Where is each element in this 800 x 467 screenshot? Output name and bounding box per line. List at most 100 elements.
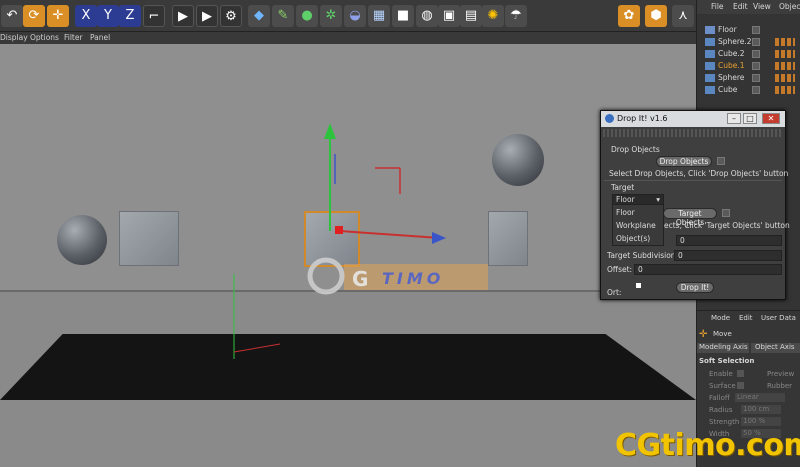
target-objects-checkbox[interactable] xyxy=(722,209,730,217)
menu-panel[interactable]: Panel xyxy=(90,33,110,42)
cube-icon[interactable]: ◆ xyxy=(248,5,270,27)
layout-icon[interactable]: ✿ xyxy=(618,5,640,27)
tags[interactable] xyxy=(775,74,795,82)
falloff-select[interactable]: Linear xyxy=(735,393,785,402)
tab-modeling-axis[interactable]: Modeling Axis xyxy=(697,343,749,353)
rubber-label: Rubber xyxy=(767,382,793,390)
y-axis-button[interactable]: Y xyxy=(97,5,119,27)
tag-icon[interactable]: ▣ xyxy=(438,5,460,27)
object-manager-menu: File Edit View Objec xyxy=(697,0,800,14)
pen-icon[interactable]: ✎ xyxy=(272,5,294,27)
sun-icon[interactable]: ✺ xyxy=(482,5,504,27)
visibility-toggle[interactable] xyxy=(752,62,760,70)
radius-field[interactable]: 100 cm xyxy=(741,405,781,414)
cube-icon xyxy=(705,86,715,94)
deformer-icon[interactable]: ◒ xyxy=(344,5,366,27)
option-floor[interactable]: Floor xyxy=(616,208,635,217)
object-row-sphere[interactable]: Sphere xyxy=(697,72,800,84)
coordinate-system-icon[interactable]: ⌐ xyxy=(143,5,165,27)
om-menu-edit[interactable]: Edit xyxy=(733,2,748,11)
3d-viewport[interactable]: G TIMO xyxy=(0,44,696,467)
object-row-cube[interactable]: Cube xyxy=(697,84,800,96)
material-icon[interactable]: ▤ xyxy=(460,5,482,27)
target-objects-button[interactable]: Target Objects xyxy=(663,208,717,227)
object-row-floor[interactable]: Floor xyxy=(697,24,800,36)
separator xyxy=(604,180,782,181)
menu-display[interactable]: Display xyxy=(0,33,28,42)
option-objects[interactable]: Object(s) xyxy=(616,234,650,243)
ort-checkbox[interactable] xyxy=(636,283,641,288)
subdivide-icon[interactable]: ● xyxy=(296,5,318,27)
dialog-grip xyxy=(603,129,783,137)
target-heading: Target xyxy=(611,183,635,192)
dialog-title: Drop It! v1.6 xyxy=(617,114,668,123)
light-icon[interactable]: ◍ xyxy=(416,5,438,27)
menu-options[interactable]: Options xyxy=(30,33,59,42)
redo-icon[interactable]: ⟳ xyxy=(23,5,45,27)
surface-label: Surface xyxy=(709,382,736,390)
render-picture-icon[interactable]: ▶ xyxy=(196,5,218,27)
visibility-toggle[interactable] xyxy=(752,26,760,34)
visibility-toggle[interactable] xyxy=(752,38,760,46)
om-menu-objects[interactable]: Objec xyxy=(779,2,800,11)
menu-filter[interactable]: Filter xyxy=(64,33,83,42)
object-row-cube1[interactable]: Cube.1 xyxy=(697,60,800,72)
tags[interactable] xyxy=(775,50,795,58)
camera-icon[interactable]: ■ xyxy=(392,5,414,27)
om-menu-view[interactable]: View xyxy=(753,2,771,11)
app-icon xyxy=(605,114,614,123)
z-axis-button[interactable]: Z xyxy=(119,5,141,27)
render-settings-icon[interactable]: ⚙ xyxy=(220,5,242,27)
minimize-button[interactable]: – xyxy=(727,113,741,124)
visibility-toggle[interactable] xyxy=(752,74,760,82)
dialog-titlebar[interactable]: Drop It! v1.6 – □ ✕ xyxy=(601,111,785,127)
tab-object-axis[interactable]: Object Axis xyxy=(751,343,800,353)
render-view-icon[interactable]: ▶ xyxy=(172,5,194,27)
target-objects-hint: ects, Click 'Target Objects' button xyxy=(664,221,790,230)
umbrella-icon[interactable]: ☂ xyxy=(505,5,527,27)
floor-icon[interactable]: ▦ xyxy=(368,5,390,27)
target-dropdown-list: Floor Workplane Object(s) xyxy=(612,204,664,246)
offset-label: Offset: xyxy=(607,265,633,274)
svg-text:G: G xyxy=(352,267,368,291)
tags[interactable] xyxy=(775,62,795,70)
maximize-button[interactable]: □ xyxy=(743,113,757,124)
snap-icon[interactable]: ⬢ xyxy=(645,5,667,27)
option-workplane[interactable]: Workplane xyxy=(616,221,656,230)
object-row-cube2[interactable]: Cube.2 xyxy=(697,48,800,60)
move-icon[interactable]: ✛ xyxy=(47,5,69,27)
am-menu-edit[interactable]: Edit xyxy=(739,314,753,322)
object-row-sphere2[interactable]: Sphere.2 xyxy=(697,36,800,48)
section-title: Soft Selection xyxy=(699,357,755,365)
offset-field[interactable]: 0 xyxy=(634,264,782,275)
cube-icon xyxy=(705,50,715,58)
floor-icon xyxy=(705,26,715,34)
workplane-icon[interactable]: ⋏ xyxy=(672,5,694,27)
close-button[interactable]: ✕ xyxy=(762,113,780,124)
svg-text:TIMO: TIMO xyxy=(382,269,444,288)
watermark-text: CGtimo.com xyxy=(615,428,800,463)
drop-it-button[interactable]: Drop It! xyxy=(676,282,714,293)
falloff-label: Falloff xyxy=(709,394,730,402)
enable-checkbox[interactable] xyxy=(737,370,744,377)
visibility-toggle[interactable] xyxy=(752,86,760,94)
am-menu-mode[interactable]: Mode xyxy=(711,314,730,322)
tags[interactable] xyxy=(775,86,795,94)
undo-icon[interactable]: ↶ xyxy=(1,5,23,27)
main-toolbar: ↶ ⟳ ✛ X Y Z ⌐ ▶ ▶ ⚙ ◆ ✎ ● ✲ ◒ ▦ ■ ◍ ▣ ▤ … xyxy=(0,0,696,32)
drop-objects-button[interactable]: Drop Objects xyxy=(656,156,712,167)
am-menu-user-data[interactable]: User Data xyxy=(761,314,796,322)
sphere-icon xyxy=(705,38,715,46)
strength-field[interactable]: 100 % xyxy=(741,417,781,426)
array-icon[interactable]: ✲ xyxy=(320,5,342,27)
x-axis-button[interactable]: X xyxy=(75,5,97,27)
drop-objects-checkbox[interactable] xyxy=(717,157,725,165)
visibility-toggle[interactable] xyxy=(752,50,760,58)
drop-objects-hint: Select Drop Objects, Click 'Drop Objects… xyxy=(609,169,789,178)
move-tool-icon: ✛ xyxy=(699,329,708,340)
tags[interactable] xyxy=(775,38,795,46)
surface-checkbox[interactable] xyxy=(737,382,744,389)
target-subdivision-field[interactable]: 0 xyxy=(674,250,782,261)
om-menu-file[interactable]: File xyxy=(711,2,724,11)
target-field[interactable]: 0 xyxy=(676,235,782,246)
